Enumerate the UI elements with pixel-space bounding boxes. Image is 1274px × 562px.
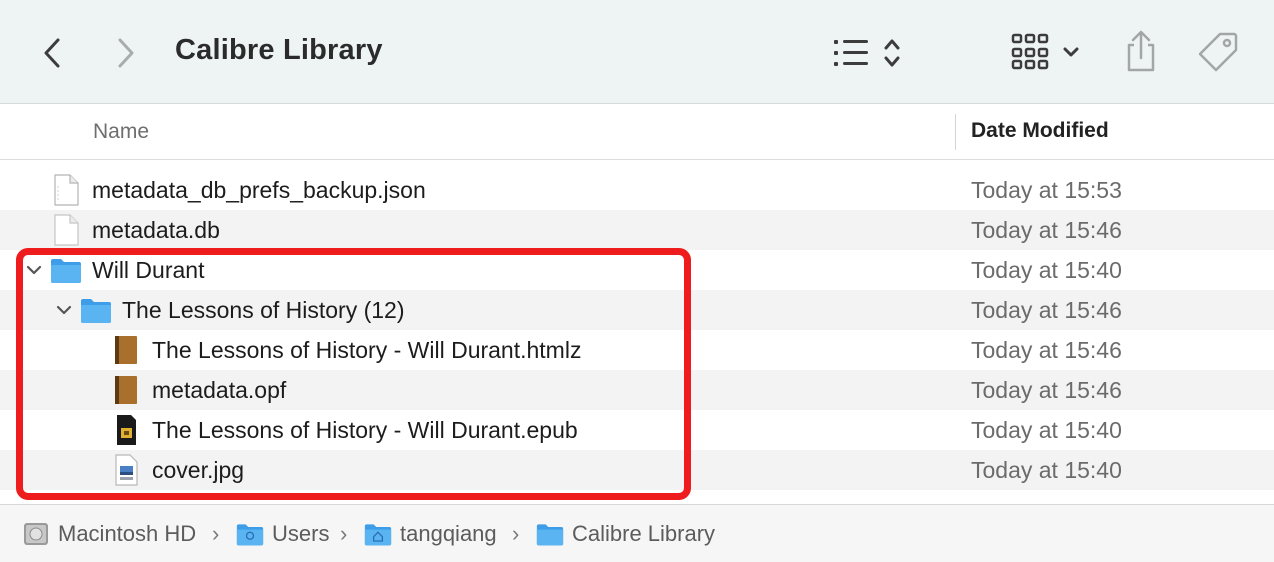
toolbar: Calibre Library [0, 0, 1274, 104]
file-date: Today at 15:46 [971, 337, 1122, 363]
folder-icon [51, 259, 81, 283]
chevron-down-icon[interactable] [54, 300, 74, 320]
hard-drive-icon [24, 523, 48, 545]
file-date: Today at 15:46 [971, 217, 1122, 243]
name-column-header[interactable]: Name [93, 120, 149, 144]
book-icon [115, 336, 137, 364]
breadcrumb-users[interactable]: Users [236, 520, 329, 548]
date-modified-column-header[interactable]: Date Modified [971, 119, 1109, 143]
file-list: metadata_db_prefs_backup.json Today at 1… [0, 170, 1274, 504]
folder-icon [236, 524, 264, 546]
list-item[interactable]: metadata_db_prefs_backup.json Today at 1… [0, 170, 1274, 210]
column-header: Name Date Modified [0, 104, 1274, 160]
list-item[interactable]: The Lessons of History - Will Durant.htm… [0, 330, 1274, 370]
breadcrumb-separator: › [340, 521, 348, 546]
share-icon [1127, 30, 1155, 72]
file-date: Today at 15:46 [971, 377, 1122, 403]
book-icon [115, 376, 137, 404]
home-folder-icon [364, 524, 392, 546]
list-view-icon [834, 39, 900, 67]
folder-icon [536, 524, 564, 546]
list-item[interactable]: Will Durant Today at 15:40 [0, 250, 1274, 290]
breadcrumb-separator: › [512, 521, 520, 546]
file-date: Today at 15:53 [971, 177, 1122, 203]
file-date: Today at 15:46 [971, 297, 1122, 323]
list-item[interactable]: metadata.opf Today at 15:46 [0, 370, 1274, 410]
share-button[interactable] [1118, 26, 1164, 76]
file-name: The Lessons of History (12) [122, 297, 405, 323]
list-view-button[interactable] [826, 32, 908, 74]
file-name: metadata.opf [152, 377, 287, 403]
file-name: Will Durant [92, 257, 205, 283]
breadcrumb-label: Calibre Library [572, 521, 716, 546]
chevron-left-icon [44, 38, 60, 68]
column-divider[interactable] [955, 114, 956, 150]
breadcrumb-tangqiang[interactable]: tangqiang [364, 520, 497, 548]
document-icon [54, 214, 79, 246]
group-view-button[interactable] [1004, 30, 1086, 76]
icon-grid-icon [1011, 33, 1079, 70]
file-date: Today at 15:40 [971, 417, 1122, 443]
list-item[interactable]: metadata.db Today at 15:46 [0, 210, 1274, 250]
breadcrumb-macintosh-hd[interactable]: Macintosh HD [22, 520, 196, 548]
tag-icon [1198, 32, 1238, 72]
image-icon [115, 454, 138, 486]
path-bar: Macintosh HD › Users › tangqiang › Calib… [0, 504, 1274, 562]
file-name: The Lessons of History - Will Durant.epu… [152, 417, 578, 443]
chevron-right-icon [118, 38, 134, 68]
epub-icon [117, 415, 136, 445]
chevron-down-icon[interactable] [24, 260, 44, 280]
folder-icon [81, 299, 111, 323]
file-name: metadata_db_prefs_backup.json [92, 177, 426, 203]
breadcrumb-label: Macintosh HD [58, 521, 197, 546]
list-item[interactable]: The Lessons of History - Will Durant.epu… [0, 410, 1274, 450]
file-date: Today at 15:40 [971, 257, 1122, 283]
list-item[interactable]: The Lessons of History (12) Today at 15:… [0, 290, 1274, 330]
back-button[interactable] [30, 30, 76, 76]
forward-button[interactable] [102, 30, 148, 76]
window-title: Calibre Library [175, 34, 383, 66]
file-date: Today at 15:40 [971, 457, 1122, 483]
breadcrumb-label: Users [272, 521, 330, 546]
list-item[interactable]: cover.jpg Today at 15:40 [0, 450, 1274, 490]
tag-button[interactable] [1194, 26, 1244, 76]
file-name: metadata.db [92, 217, 220, 243]
document-icon [54, 174, 79, 206]
file-name: The Lessons of History - Will Durant.htm… [152, 337, 582, 363]
breadcrumb-calibre-library[interactable]: Calibre Library [536, 520, 715, 548]
breadcrumb-label: tangqiang [400, 521, 497, 546]
file-name: cover.jpg [152, 457, 245, 483]
breadcrumb-separator: › [212, 521, 220, 546]
